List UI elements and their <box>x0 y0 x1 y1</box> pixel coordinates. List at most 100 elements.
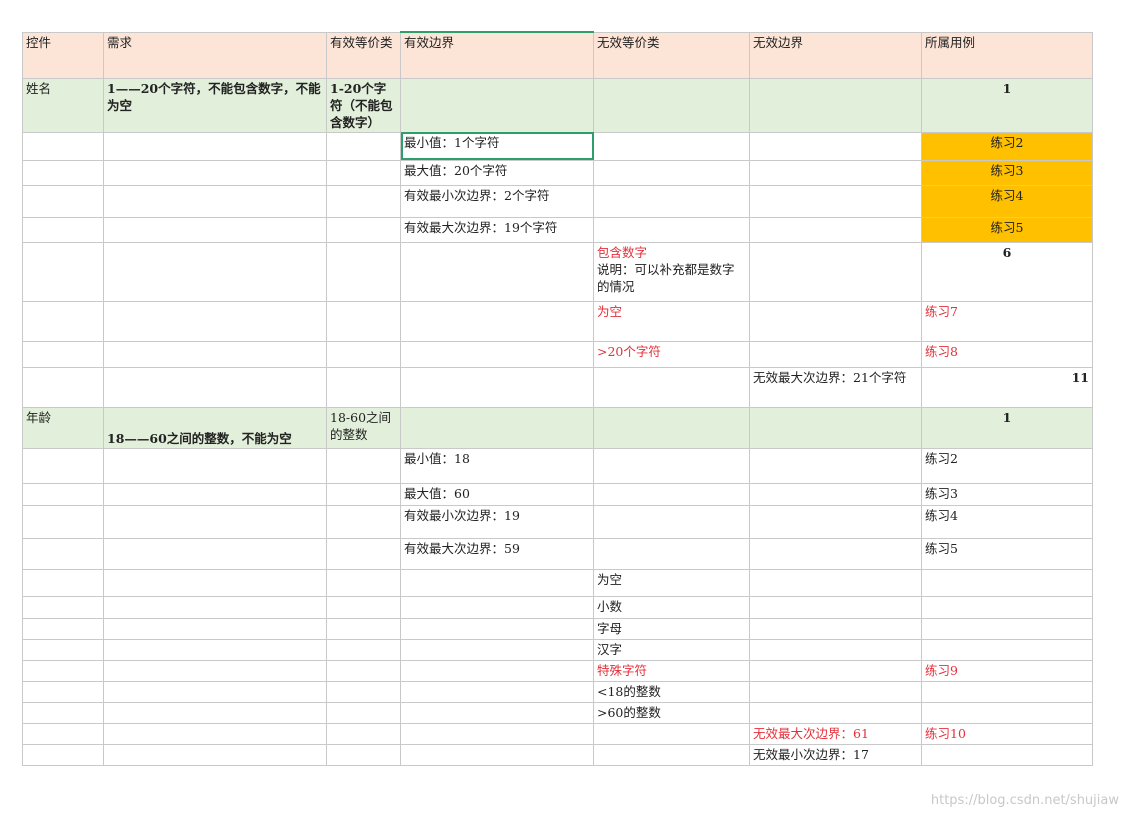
cell-invalid-class[interactable]: >60的整数 <box>593 701 750 724</box>
cell-test-case[interactable]: 1 <box>921 77 1093 133</box>
cell-invalid-boundary[interactable]: 无效最小次边界：17 <box>749 743 922 766</box>
cell-invalid-boundary[interactable] <box>749 77 922 133</box>
cell-test-case[interactable] <box>921 743 1093 766</box>
cell-invalid-class[interactable]: >20个字符 <box>593 340 750 368</box>
cell-control[interactable] <box>22 568 104 597</box>
cell-valid-class[interactable] <box>326 447 401 484</box>
cell-valid-class[interactable] <box>326 701 401 724</box>
cell-valid-class[interactable] <box>326 504 401 539</box>
cell-invalid-class[interactable] <box>593 537 750 570</box>
cell-invalid-class[interactable] <box>593 366 750 408</box>
cell-control[interactable] <box>22 482 104 506</box>
cell-requirement[interactable] <box>103 722 327 745</box>
cell-valid-boundary[interactable] <box>400 300 594 342</box>
cell-control[interactable] <box>22 447 104 484</box>
cell-test-case[interactable]: 练习9 <box>921 659 1093 682</box>
cell-invalid-class[interactable] <box>593 743 750 766</box>
cell-control[interactable] <box>22 680 104 703</box>
header-test-case[interactable]: 所属用例 <box>921 31 1093 79</box>
cell-invalid-class[interactable]: 小数 <box>593 595 750 619</box>
cell-test-case[interactable]: 练习2 <box>921 447 1093 484</box>
cell-valid-class[interactable] <box>326 659 401 682</box>
cell-valid-class[interactable] <box>326 743 401 766</box>
cell-valid-class[interactable] <box>326 568 401 597</box>
cell-requirement[interactable] <box>103 743 327 766</box>
cell-invalid-boundary[interactable] <box>749 482 922 506</box>
cell-control[interactable]: 姓名 <box>22 77 104 133</box>
cell-test-case[interactable]: 练习3 <box>921 159 1093 186</box>
cell-test-case[interactable]: 练习5 <box>921 216 1093 243</box>
cell-valid-boundary[interactable] <box>400 340 594 368</box>
cell-valid-boundary[interactable]: 有效最小次边界：2个字符 <box>400 184 594 218</box>
cell-control[interactable] <box>22 638 104 661</box>
cell-invalid-class[interactable] <box>593 184 750 218</box>
cell-valid-class[interactable] <box>326 366 401 408</box>
cell-test-case[interactable]: 6 <box>921 241 1093 302</box>
cell-valid-class[interactable]: 18-60之间的整数 <box>326 406 401 449</box>
cell-requirement[interactable]: 1——20个字符，不能包含数字，不能为空 <box>103 77 327 133</box>
header-invalid-boundary[interactable]: 无效边界 <box>749 31 922 79</box>
cell-valid-boundary[interactable] <box>400 722 594 745</box>
cell-valid-class[interactable] <box>326 159 401 186</box>
cell-valid-boundary[interactable] <box>400 366 594 408</box>
cell-control[interactable] <box>22 617 104 640</box>
cell-requirement[interactable] <box>103 617 327 640</box>
cell-invalid-boundary[interactable]: 无效最大次边界：21个字符 <box>749 366 922 408</box>
cell-invalid-boundary[interactable] <box>749 406 922 449</box>
cell-requirement[interactable] <box>103 300 327 342</box>
cell-valid-boundary[interactable]: 有效最大次边界：19个字符 <box>400 216 594 243</box>
cell-test-case[interactable] <box>921 595 1093 619</box>
header-requirement[interactable]: 需求 <box>103 31 327 79</box>
cell-invalid-boundary[interactable] <box>749 300 922 342</box>
cell-invalid-boundary[interactable] <box>749 241 922 302</box>
cell-requirement[interactable]: 18——60之间的整数，不能为空 <box>103 406 327 449</box>
cell-test-case[interactable]: 11 <box>921 366 1093 408</box>
cell-control[interactable] <box>22 159 104 186</box>
cell-valid-boundary[interactable]: 有效最大次边界：59 <box>400 537 594 570</box>
cell-requirement[interactable] <box>103 340 327 368</box>
cell-invalid-boundary[interactable] <box>749 447 922 484</box>
cell-invalid-boundary[interactable] <box>749 537 922 570</box>
cell-valid-boundary[interactable] <box>400 743 594 766</box>
header-valid-class[interactable]: 有效等价类 <box>326 31 401 79</box>
cell-control[interactable] <box>22 537 104 570</box>
cell-requirement[interactable] <box>103 568 327 597</box>
cell-valid-boundary[interactable] <box>400 617 594 640</box>
cell-control[interactable] <box>22 504 104 539</box>
cell-requirement[interactable] <box>103 447 327 484</box>
cell-control[interactable] <box>22 184 104 218</box>
cell-invalid-boundary[interactable] <box>749 340 922 368</box>
cell-control[interactable] <box>22 241 104 302</box>
cell-valid-boundary[interactable]: 有效最小次边界：19 <box>400 504 594 539</box>
cell-test-case[interactable]: 练习10 <box>921 722 1093 745</box>
cell-test-case[interactable] <box>921 638 1093 661</box>
cell-requirement[interactable] <box>103 701 327 724</box>
cell-test-case[interactable]: 练习7 <box>921 300 1093 342</box>
cell-invalid-boundary[interactable] <box>749 659 922 682</box>
cell-valid-boundary[interactable]: 最大值：20个字符 <box>400 159 594 186</box>
header-invalid-class[interactable]: 无效等价类 <box>593 31 750 79</box>
cell-requirement[interactable] <box>103 537 327 570</box>
cell-valid-class[interactable] <box>326 537 401 570</box>
cell-test-case[interactable]: 练习8 <box>921 340 1093 368</box>
cell-valid-class[interactable] <box>326 638 401 661</box>
cell-control[interactable] <box>22 701 104 724</box>
cell-invalid-boundary[interactable]: 无效最大次边界：61 <box>749 722 922 745</box>
cell-test-case[interactable] <box>921 568 1093 597</box>
cell-invalid-boundary[interactable] <box>749 701 922 724</box>
cell-test-case[interactable]: 练习4 <box>921 504 1093 539</box>
cell-control[interactable] <box>22 595 104 619</box>
cell-valid-boundary[interactable]: 最小值：1个字符 <box>400 131 594 161</box>
cell-invalid-class[interactable] <box>593 482 750 506</box>
cell-test-case[interactable] <box>921 680 1093 703</box>
cell-valid-class[interactable] <box>326 241 401 302</box>
cell-invalid-class[interactable] <box>593 504 750 539</box>
cell-invalid-class[interactable] <box>593 447 750 484</box>
cell-invalid-class[interactable]: 包含数字 说明：可以补充都是数字的情况 <box>593 241 750 302</box>
cell-control[interactable] <box>22 131 104 161</box>
cell-invalid-class[interactable]: 字母 <box>593 617 750 640</box>
cell-valid-boundary[interactable]: 最小值：18 <box>400 447 594 484</box>
cell-invalid-boundary[interactable] <box>749 568 922 597</box>
cell-invalid-class[interactable] <box>593 722 750 745</box>
cell-requirement[interactable] <box>103 131 327 161</box>
